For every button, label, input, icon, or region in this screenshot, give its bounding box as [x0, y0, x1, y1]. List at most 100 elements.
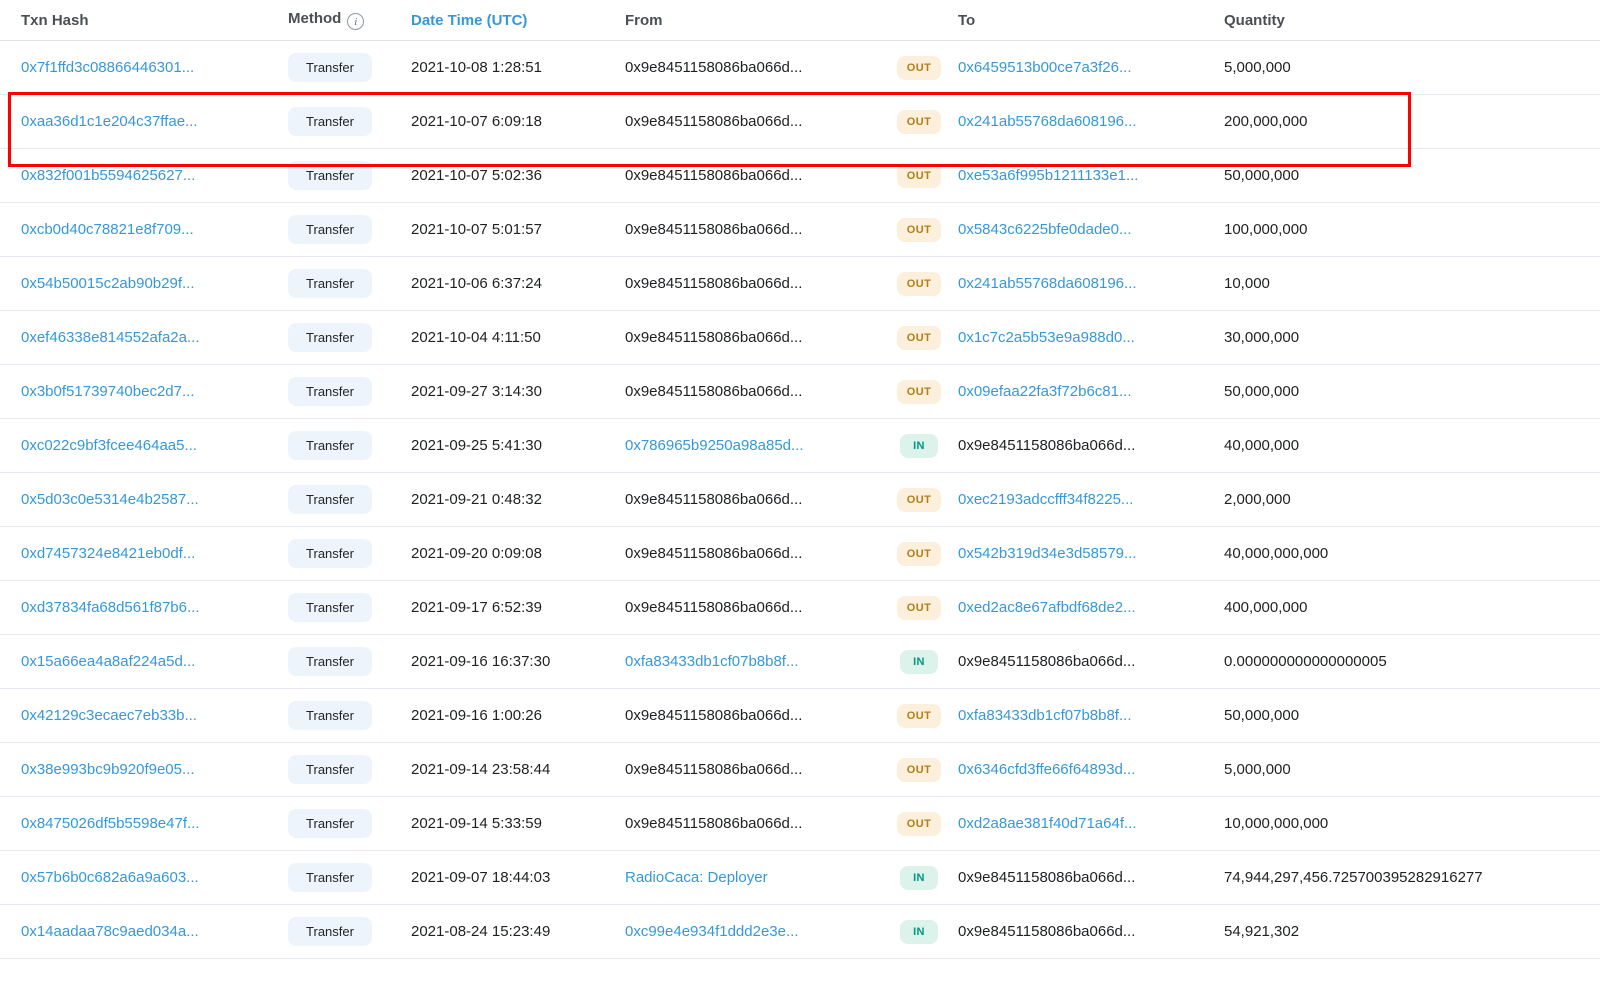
- col-date-time-sort[interactable]: Date Time (UTC): [411, 12, 625, 29]
- table-row: 0x14aadaa78c9aed034a... Transfer 2021-08…: [0, 905, 1600, 959]
- from-address[interactable]: RadioCaca: Deployer: [625, 869, 768, 886]
- txn-hash-link[interactable]: 0x42129c3ecaec7eb33b...: [21, 707, 197, 724]
- method-badge: Transfer: [288, 755, 372, 784]
- to-address[interactable]: 0x241ab55768da608196...: [958, 275, 1137, 292]
- to-address[interactable]: 0xd2a8ae381f40d71a64f...: [958, 815, 1137, 832]
- to-address[interactable]: 0x542b319d34e3d58579...: [958, 545, 1137, 562]
- from-address: 0x9e8451158086ba066d...: [625, 491, 803, 508]
- method-badge: Transfer: [288, 485, 372, 514]
- col-from: From: [625, 11, 663, 29]
- direction-badge: OUT: [897, 541, 941, 566]
- txn-hash-link[interactable]: 0xaa36d1c1e204c37ffae...: [21, 113, 198, 130]
- date-time-value: 2021-09-14 5:33:59: [411, 815, 542, 832]
- date-time-value: 2021-09-07 18:44:03: [411, 869, 551, 886]
- table-row: 0x5d03c0e5314e4b2587... Transfer 2021-09…: [0, 473, 1600, 527]
- quantity-value: 10,000: [1224, 275, 1270, 292]
- table-header: Txn Hash Method i Date Time (UTC) From To…: [0, 0, 1600, 41]
- method-badge: Transfer: [288, 107, 372, 136]
- quantity-value: 50,000,000: [1224, 707, 1300, 724]
- table-row: 0x8475026df5b5598e47f... Transfer 2021-0…: [0, 797, 1600, 851]
- txn-hash-link[interactable]: 0xcb0d40c78821e8f709...: [21, 221, 194, 238]
- from-address[interactable]: 0xc99e4e934f1ddd2e3e...: [625, 923, 799, 940]
- to-address[interactable]: 0x5843c6225bfe0dade0...: [958, 221, 1132, 238]
- to-address[interactable]: 0x1c7c2a5b53e9a988d0...: [958, 329, 1135, 346]
- to-address[interactable]: 0xec2193adccfff34f8225...: [958, 491, 1133, 508]
- date-time-value: 2021-09-16 1:00:26: [411, 707, 542, 724]
- date-time-value: 2021-10-07 6:09:18: [411, 113, 542, 130]
- method-badge: Transfer: [288, 53, 372, 82]
- method-badge: Transfer: [288, 539, 372, 568]
- date-time-value: 2021-10-07 5:01:57: [411, 221, 542, 238]
- from-address: 0x9e8451158086ba066d...: [625, 113, 803, 130]
- method-badge: Transfer: [288, 593, 372, 622]
- to-address[interactable]: 0xfa83433db1cf07b8b8f...: [958, 707, 1131, 724]
- txn-hash-link[interactable]: 0x38e993bc9b920f9e05...: [21, 761, 195, 778]
- to-address[interactable]: 0x241ab55768da608196...: [958, 113, 1137, 130]
- direction-badge: IN: [900, 433, 938, 458]
- method-badge: Transfer: [288, 431, 372, 460]
- direction-badge: OUT: [897, 217, 941, 242]
- table-row: 0xaa36d1c1e204c37ffae... Transfer 2021-1…: [0, 95, 1600, 149]
- txn-hash-link[interactable]: 0x15a66ea4a8af224a5d...: [21, 653, 195, 670]
- txn-hash-link[interactable]: 0xd7457324e8421eb0df...: [21, 545, 195, 562]
- to-address[interactable]: 0xed2ac8e67afbdf68de2...: [958, 599, 1136, 616]
- direction-badge: IN: [900, 649, 938, 674]
- quantity-value: 40,000,000,000: [1224, 545, 1329, 562]
- method-badge: Transfer: [288, 215, 372, 244]
- from-address: 0x9e8451158086ba066d...: [625, 545, 803, 562]
- txn-hash-link[interactable]: 0xef46338e814552afa2a...: [21, 329, 200, 346]
- txn-hash-link[interactable]: 0x8475026df5b5598e47f...: [21, 815, 200, 832]
- table-row: 0x42129c3ecaec7eb33b... Transfer 2021-09…: [0, 689, 1600, 743]
- to-address[interactable]: 0x6346cfd3ffe66f64893d...: [958, 761, 1135, 778]
- txn-hash-link[interactable]: 0x57b6b0c682a6a9a603...: [21, 869, 199, 886]
- from-address[interactable]: 0x786965b9250a98a85d...: [625, 437, 804, 454]
- from-address: 0x9e8451158086ba066d...: [625, 761, 803, 778]
- txn-hash-link[interactable]: 0xd37834fa68d561f87b6...: [21, 599, 200, 616]
- method-badge: Transfer: [288, 377, 372, 406]
- date-time-value: 2021-10-04 4:11:50: [411, 329, 541, 346]
- to-address[interactable]: 0x09efaa22fa3f72b6c81...: [958, 383, 1131, 400]
- quantity-value: 74,944,297,456.725700395282916277: [1224, 869, 1483, 886]
- txn-hash-link[interactable]: 0x3b0f51739740bec2d7...: [21, 383, 195, 400]
- txn-hash-link[interactable]: 0xc022c9bf3fcee464aa5...: [21, 437, 197, 454]
- date-time-value: 2021-09-20 0:09:08: [411, 545, 542, 562]
- from-address[interactable]: 0xfa83433db1cf07b8b8f...: [625, 653, 798, 670]
- table-row: 0xd37834fa68d561f87b6... Transfer 2021-0…: [0, 581, 1600, 635]
- quantity-value: 40,000,000: [1224, 437, 1300, 454]
- col-method-label: Method: [288, 9, 342, 27]
- quantity-value: 5,000,000: [1224, 761, 1291, 778]
- from-address: 0x9e8451158086ba066d...: [625, 329, 803, 346]
- quantity-value: 30,000,000: [1224, 329, 1300, 346]
- from-address: 0x9e8451158086ba066d...: [625, 221, 803, 238]
- col-method: Method i: [288, 10, 411, 31]
- table-row: 0x3b0f51739740bec2d7... Transfer 2021-09…: [0, 365, 1600, 419]
- direction-badge: OUT: [897, 325, 941, 350]
- date-time-value: 2021-09-25 5:41:30: [411, 437, 542, 454]
- quantity-value: 2,000,000: [1224, 491, 1291, 508]
- to-address[interactable]: 0x6459513b00ce7a3f26...: [958, 59, 1132, 76]
- quantity-value: 200,000,000: [1224, 113, 1308, 130]
- info-icon[interactable]: i: [347, 13, 365, 31]
- from-address: 0x9e8451158086ba066d...: [625, 167, 803, 184]
- direction-badge: OUT: [897, 487, 941, 512]
- txn-hash-link[interactable]: 0x54b50015c2ab90b29f...: [21, 275, 195, 292]
- direction-badge: OUT: [897, 757, 941, 782]
- quantity-value: 54,921,302: [1224, 923, 1300, 940]
- to-address[interactable]: 0xe53a6f995b1211133e1...: [958, 167, 1138, 184]
- quantity-value: 100,000,000: [1224, 221, 1308, 238]
- direction-badge: OUT: [897, 55, 941, 80]
- txn-hash-link[interactable]: 0x832f001b5594625627...: [21, 167, 195, 184]
- table-row: 0xd7457324e8421eb0df... Transfer 2021-09…: [0, 527, 1600, 581]
- date-time-value: 2021-09-14 23:58:44: [411, 761, 551, 778]
- table-row: 0x7f1ffd3c08866446301... Transfer 2021-1…: [0, 41, 1600, 95]
- txn-hash-link[interactable]: 0x7f1ffd3c08866446301...: [21, 59, 194, 76]
- date-time-value: 2021-09-21 0:48:32: [411, 491, 542, 508]
- method-badge: Transfer: [288, 701, 372, 730]
- date-time-value: 2021-08-24 15:23:49: [411, 923, 551, 940]
- txn-hash-link[interactable]: 0x14aadaa78c9aed034a...: [21, 923, 199, 940]
- txn-hash-link[interactable]: 0x5d03c0e5314e4b2587...: [21, 491, 199, 508]
- quantity-value: 400,000,000: [1224, 599, 1308, 616]
- table-row: 0x54b50015c2ab90b29f... Transfer 2021-10…: [0, 257, 1600, 311]
- quantity-value: 10,000,000,000: [1224, 815, 1329, 832]
- method-badge: Transfer: [288, 863, 372, 892]
